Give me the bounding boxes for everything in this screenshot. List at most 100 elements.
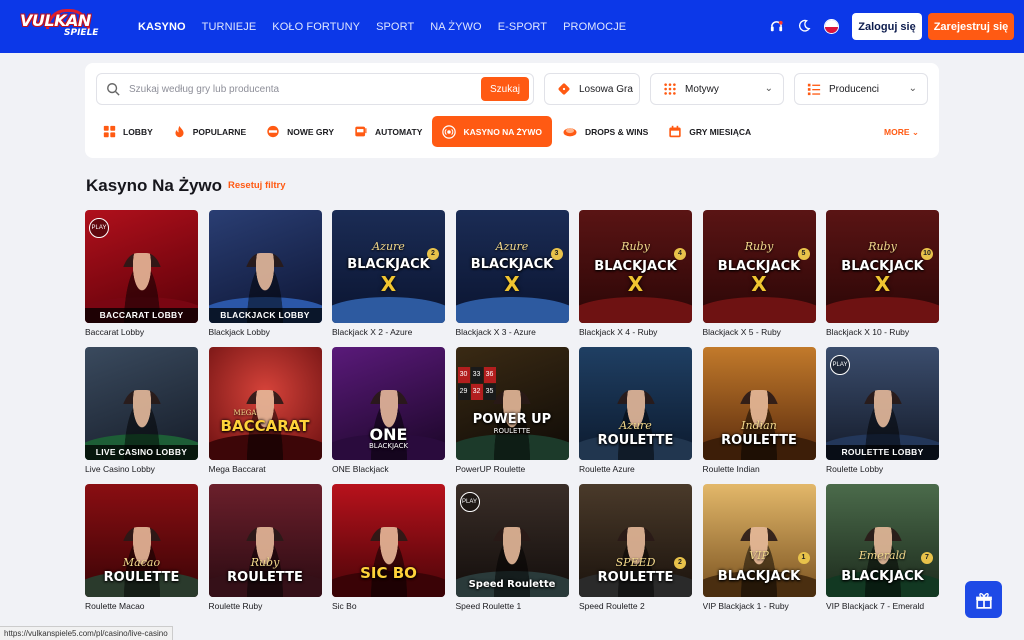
game-card[interactable]: Ruby BLACKJACK X 4 Blackjack X 4 - Ruby xyxy=(579,210,692,337)
nav-na-zywo[interactable]: NA ŻYWO xyxy=(430,21,481,33)
support-icon[interactable] xyxy=(768,18,784,34)
game-name[interactable]: VIP Blackjack 7 - Emerald xyxy=(826,601,939,611)
flame-icon xyxy=(173,125,186,138)
game-thumbnail[interactable]: Ruby BLACKJACK X 5 xyxy=(702,210,816,323)
game-thumbnail[interactable]: VIP BLACKJACK 1 xyxy=(702,484,816,597)
game-name[interactable]: Roulette Lobby xyxy=(826,464,939,474)
game-art-title: ONE xyxy=(369,425,408,444)
tab-nowe-gry[interactable]: NOWE GRY xyxy=(256,116,344,147)
game-thumbnail[interactable]: 30 33 36 29 32 35 ROULETTE POWER UP xyxy=(455,347,569,460)
random-game-button[interactable]: Losowa Gra xyxy=(544,73,640,105)
game-card[interactable]: Indian ROULETTE Roulette Indian xyxy=(702,347,816,474)
game-thumbnail[interactable]: PLAY BACCARAT LOBBY xyxy=(85,210,198,323)
more-categories-button[interactable]: MORE ⌄ xyxy=(884,127,919,138)
live-broadcast-icon xyxy=(442,124,457,139)
game-name[interactable]: VIP Blackjack 1 - Ruby xyxy=(703,601,816,611)
moon-icon[interactable] xyxy=(796,18,812,34)
game-name[interactable]: Roulette Macao xyxy=(85,601,198,611)
game-thumbnail[interactable]: SPEED ROULETTE 2 xyxy=(579,484,692,597)
game-card[interactable]: SPEED ROULETTE 2 Speed Roulette 2 xyxy=(579,484,692,611)
game-thumbnail[interactable]: Macao ROULETTE xyxy=(85,484,198,597)
game-card[interactable]: PLAY ROULETTE LOBBY Roulette Lobby xyxy=(826,347,939,474)
game-card[interactable]: PLAY BACCARAT LOBBY Baccarat Lobby xyxy=(85,210,198,337)
nav-sport[interactable]: SPORT xyxy=(376,21,414,33)
game-name[interactable]: Roulette Ruby xyxy=(209,601,322,611)
game-card[interactable]: PLAY Speed Roulette Speed Roulette 1 xyxy=(455,484,569,611)
tab-popularne[interactable]: POPULARNE xyxy=(163,116,256,147)
game-thumbnail[interactable]: SIC BO xyxy=(332,484,445,597)
game-name[interactable]: Sic Bo xyxy=(332,601,445,611)
game-thumbnail[interactable]: Azure ROULETTE xyxy=(579,347,692,460)
nav-promocje[interactable]: PROMOCJE xyxy=(563,21,626,33)
game-thumbnail[interactable]: Ruby ROULETTE xyxy=(208,484,322,597)
tab-lobby[interactable]: LOBBY xyxy=(93,116,163,147)
game-card[interactable]: Emerald BLACKJACK 7 VIP Blackjack 7 - Emera… xyxy=(826,484,939,611)
game-thumbnail[interactable]: MEGA BACCARAT xyxy=(208,347,322,460)
game-card[interactable]: Azure BLACKJACK X 2 Blackjack X 2 - Azure xyxy=(332,210,445,337)
game-name[interactable]: Blackjack X 4 - Ruby xyxy=(579,327,692,337)
tab-drops-wins[interactable]: DROPS & WINS xyxy=(552,116,658,147)
game-name[interactable]: Blackjack Lobby xyxy=(209,327,322,337)
game-thumbnail[interactable]: BLACKJACK LOBBY xyxy=(208,210,322,323)
game-thumbnail[interactable]: Azure BLACKJACK X 3 xyxy=(455,210,569,323)
search-input[interactable]: Szukaj według gry lub producenta xyxy=(129,84,279,95)
game-name[interactable]: Roulette Indian xyxy=(703,464,816,474)
game-card[interactable]: BLACKJACK LOBBY Blackjack Lobby xyxy=(208,210,322,337)
reset-filters-link[interactable]: Resetuj filtry xyxy=(228,180,286,191)
providers-dropdown[interactable]: Producenci ⌄ xyxy=(794,73,928,105)
lobby-icon xyxy=(103,125,116,138)
roulette-number: 29 xyxy=(457,384,470,400)
game-thumbnail[interactable]: Ruby BLACKJACK X 4 xyxy=(579,210,692,323)
game-card[interactable]: SIC BO Sic Bo xyxy=(332,484,445,611)
game-thumbnail[interactable]: BLACKJACK ONE xyxy=(332,347,445,460)
login-button[interactable]: Zaloguj się xyxy=(852,13,922,40)
game-thumbnail[interactable]: Ruby BLACKJACK X 10 xyxy=(826,210,939,323)
game-card[interactable]: 30 33 36 29 32 35 ROULETTE POWER UP PowerUP Roul… xyxy=(455,347,569,474)
game-name[interactable]: Blackjack X 10 - Ruby xyxy=(826,327,939,337)
game-thumbnail[interactable]: LIVE CASINO LOBBY xyxy=(85,347,198,460)
tab-kasyno-na-zywo[interactable]: KASYNO NA ŻYWO xyxy=(432,116,552,147)
game-art-title: BACCARAT xyxy=(220,417,310,435)
tab-gry-miesiaca[interactable]: GRY MIESIĄCA xyxy=(658,116,761,147)
register-button[interactable]: Zarejestruj się xyxy=(928,13,1014,40)
game-name[interactable]: Blackjack X 5 - Ruby xyxy=(703,327,816,337)
themes-dropdown[interactable]: Motywy ⌄ xyxy=(650,73,784,105)
game-name[interactable]: Speed Roulette 2 xyxy=(579,601,692,611)
game-name[interactable]: Baccarat Lobby xyxy=(85,327,198,337)
game-card[interactable]: Ruby BLACKJACK X 5 Blackjack X 5 - Ruby xyxy=(702,210,816,337)
game-name[interactable]: Speed Roulette 1 xyxy=(456,601,569,611)
poland-flag-icon[interactable] xyxy=(824,19,839,34)
nav-kasyno[interactable]: KASYNO xyxy=(138,21,186,33)
nav-kolo-fortuny[interactable]: KOŁO FORTUNY xyxy=(272,21,360,33)
tab-automaty[interactable]: AUTOMATY xyxy=(344,116,432,147)
search-icon xyxy=(106,82,120,101)
vulkan-logo[interactable]: VULKAN SPIELE xyxy=(20,9,110,41)
game-name[interactable]: Blackjack X 3 - Azure xyxy=(456,327,569,337)
game-thumbnail[interactable]: PLAY ROULETTE LOBBY xyxy=(826,347,939,460)
game-thumbnail[interactable]: Emerald BLACKJACK 7 xyxy=(826,484,939,597)
search-box: Szukaj według gry lub producenta Szukaj xyxy=(96,73,534,105)
game-card[interactable]: Azure BLACKJACK X 3 Blackjack X 3 - Azure xyxy=(455,210,569,337)
game-card[interactable]: MEGA BACCARAT Mega Baccarat xyxy=(208,347,322,474)
game-card[interactable]: Azure ROULETTE Roulette Azure xyxy=(579,347,692,474)
game-thumbnail[interactable]: Indian ROULETTE xyxy=(702,347,816,460)
game-name[interactable]: Mega Baccarat xyxy=(209,464,322,474)
game-card[interactable]: Macao ROULETTE Roulette Macao xyxy=(85,484,198,611)
game-thumbnail[interactable]: PLAY Speed Roulette xyxy=(455,484,569,597)
game-card[interactable]: Ruby BLACKJACK X 10 Blackjack X 10 - Ruby xyxy=(826,210,939,337)
nav-turnieje[interactable]: TURNIEJE xyxy=(202,21,257,33)
game-card[interactable]: BLACKJACK ONE ONE Blackjack xyxy=(332,347,445,474)
search-button[interactable]: Szukaj xyxy=(481,77,529,101)
game-name[interactable]: Blackjack X 2 - Azure xyxy=(332,327,445,337)
game-name[interactable]: Live Casino Lobby xyxy=(85,464,198,474)
table-number-chip: 5 xyxy=(797,248,810,260)
game-card[interactable]: Ruby ROULETTE Roulette Ruby xyxy=(208,484,322,611)
game-card[interactable]: VIP BLACKJACK 1 VIP Blackjack 1 - Ruby xyxy=(702,484,816,611)
game-thumbnail[interactable]: Azure BLACKJACK X 2 xyxy=(332,210,445,323)
game-name[interactable]: Roulette Azure xyxy=(579,464,692,474)
nav-e-sport[interactable]: E-SPORT xyxy=(498,21,547,33)
gift-button[interactable] xyxy=(965,581,1002,618)
game-name[interactable]: PowerUP Roulette xyxy=(456,464,569,474)
game-name[interactable]: ONE Blackjack xyxy=(332,464,445,474)
game-card[interactable]: LIVE CASINO LOBBY Live Casino Lobby xyxy=(85,347,198,474)
